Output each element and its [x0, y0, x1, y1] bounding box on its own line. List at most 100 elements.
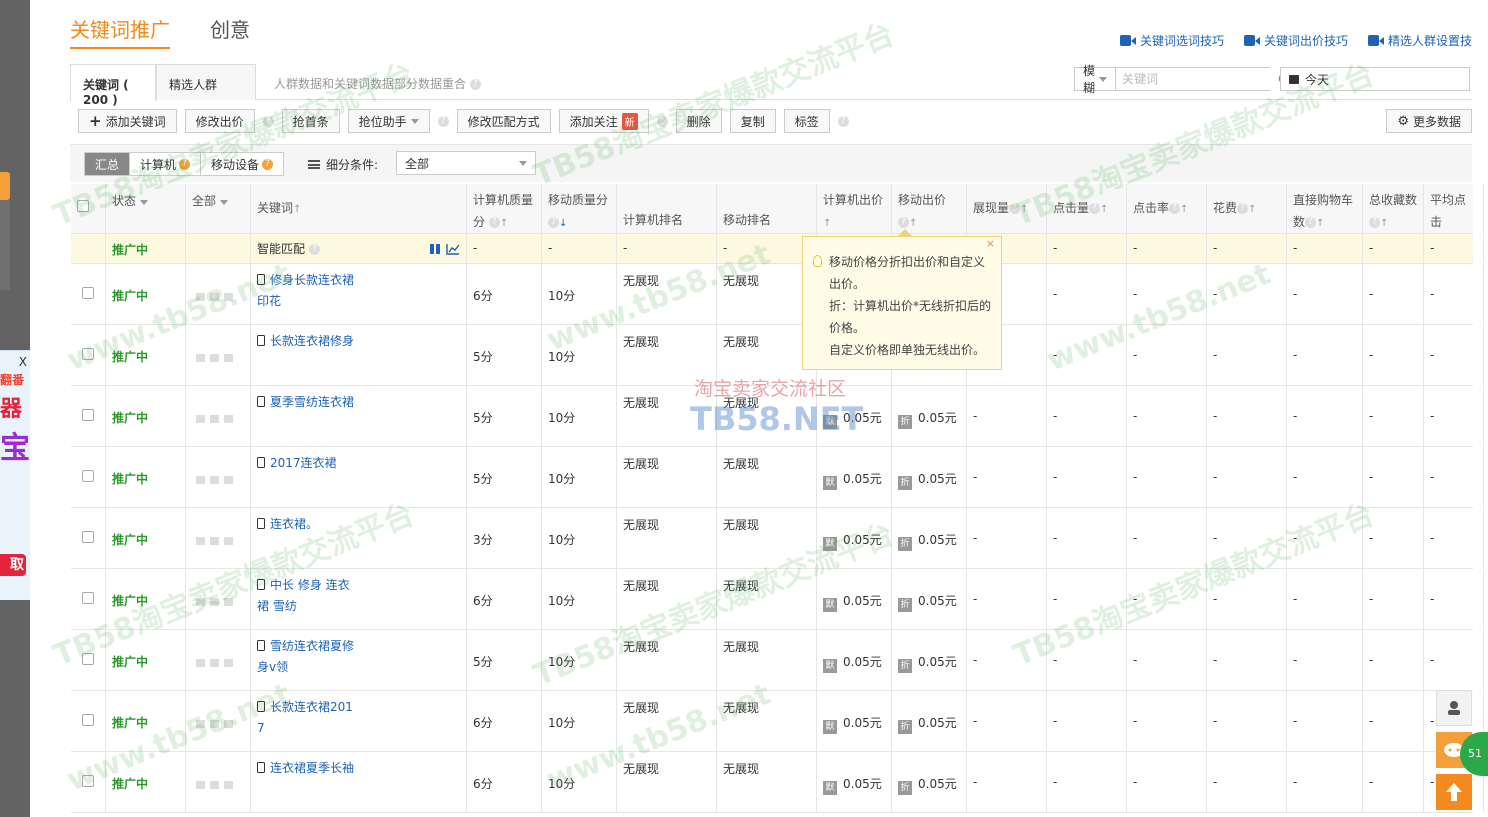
- row-select[interactable]: [71, 752, 106, 812]
- help-icon[interactable]: ?: [488, 217, 500, 228]
- date-range-picker[interactable]: 今天: [1280, 67, 1470, 91]
- keyword-link[interactable]: 印花: [257, 294, 281, 308]
- help-icon[interactable]: ?: [308, 244, 320, 255]
- help-icon[interactable]: ?: [437, 115, 449, 127]
- help-icon[interactable]: ?: [898, 217, 909, 228]
- row-checkbox[interactable]: [82, 592, 94, 604]
- col-impressions[interactable]: 展现量? ↑: [967, 184, 1047, 233]
- mobile-bid[interactable]: 0.05元: [918, 533, 957, 547]
- row-select[interactable]: [71, 508, 106, 568]
- help-icon[interactable]: ?: [179, 158, 191, 170]
- pause-icon[interactable]: [428, 243, 442, 255]
- segment-mobile[interactable]: 移动设备?: [201, 153, 283, 175]
- rail-tab[interactable]: [0, 200, 10, 290]
- mobile-bid[interactable]: 0.05元: [918, 472, 957, 486]
- mobile-bid[interactable]: 0.05元: [918, 594, 957, 608]
- row-checkbox[interactable]: [82, 531, 94, 543]
- tab-keyword-promotion[interactable]: 关键词推广: [70, 14, 170, 49]
- filter-select[interactable]: 全部: [396, 151, 536, 175]
- row-select[interactable]: [71, 325, 106, 385]
- mobile-bid[interactable]: 0.05元: [918, 655, 957, 669]
- back-to-top-button[interactable]: [1436, 774, 1472, 810]
- keyword-link[interactable]: 连衣裙夏季长袖: [270, 761, 354, 775]
- help-icon[interactable]: ?: [837, 115, 849, 127]
- pc-bid[interactable]: 0.05元: [843, 533, 882, 547]
- col-avg-click-cost[interactable]: 平均点击费↑: [1424, 184, 1484, 233]
- pc-bid[interactable]: 0.05元: [843, 655, 882, 669]
- pc-bid[interactable]: 0.05元: [843, 472, 882, 486]
- keyword-link[interactable]: 身v领: [257, 660, 288, 674]
- copy-button[interactable]: 复制: [729, 109, 776, 133]
- row-checkbox[interactable]: [82, 348, 94, 360]
- table-row[interactable]: 推广中 雪纺连衣裙夏修 身v领 5分 10分 无展现 无展现默 0.05元折 0.05元 - - - -…: [71, 630, 1484, 691]
- delete-button[interactable]: 删除: [675, 109, 722, 133]
- help-icon[interactable]: ?: [1009, 203, 1021, 214]
- keyword-link[interactable]: 长款连衣裙201: [270, 700, 353, 714]
- row-checkbox[interactable]: [82, 409, 94, 421]
- row-select[interactable]: [71, 264, 106, 324]
- help-icon[interactable]: ?: [1305, 217, 1317, 228]
- keyword-link[interactable]: 裙 雪纺: [257, 599, 297, 613]
- help-link-keyword-bid[interactable]: 关键词出价技巧: [1243, 32, 1348, 49]
- col-mobile-quality[interactable]: 移动质量分? ↓: [542, 184, 617, 233]
- search-mode-select[interactable]: 模糊: [1075, 64, 1117, 95]
- segment-summary[interactable]: 汇总: [85, 153, 131, 175]
- add-follow-button[interactable]: 添加关注新: [558, 109, 649, 133]
- table-row[interactable]: 推广中 长款连衣裙201 7 6分 10分 无展现 无展现默 0.05元折 0.05元 - - - - -…: [71, 691, 1484, 752]
- grab-top-button[interactable]: 抢首条: [281, 109, 340, 133]
- more-data-button[interactable]: ⚙ 更多数据: [1386, 109, 1472, 133]
- help-icon[interactable]: ?: [548, 217, 559, 228]
- row-checkbox[interactable]: [82, 287, 94, 299]
- col-all[interactable]: 全部: [186, 184, 251, 233]
- keyword-link[interactable]: 2017连衣裙: [270, 456, 337, 470]
- add-keyword-button[interactable]: + 添加关键词: [78, 109, 177, 133]
- table-row[interactable]: 推广中 连衣裙。 3分 10分 无展现 无展现默 0.05元折 0.05元 - - - - - - -: [71, 508, 1484, 569]
- keyword-link[interactable]: 雪纺连衣裙夏修: [270, 639, 354, 653]
- help-icon[interactable]: ?: [469, 79, 481, 90]
- tag-button[interactable]: 标签: [783, 109, 830, 133]
- floating-ad[interactable]: X 翻番 器 宝 取: [0, 350, 30, 600]
- tooltip-close-button[interactable]: ×: [986, 237, 995, 251]
- mobile-bid[interactable]: 0.05元: [918, 411, 957, 425]
- row-select[interactable]: [71, 569, 106, 629]
- help-link-keyword-select[interactable]: 关键词选词技巧: [1119, 32, 1224, 49]
- keyword-link[interactable]: 长款连衣裙修身: [270, 334, 354, 348]
- col-direct-cart[interactable]: 直接购物车数? ↑: [1287, 184, 1363, 233]
- keyword-link[interactable]: 夏季雪纺连衣裙: [270, 395, 354, 409]
- col-pc-bid[interactable]: 计算机出价 ↑: [817, 184, 892, 233]
- table-row[interactable]: 推广中 中长 修身 连衣裙 雪纺 6分 10分 无展现 无展现默 0.05元折 0.05元 - -…: [71, 569, 1484, 630]
- mobile-bid[interactable]: 0.05元: [918, 777, 957, 791]
- segment-pc[interactable]: 计算机?: [130, 153, 202, 175]
- row-select[interactable]: [71, 447, 106, 507]
- col-cost[interactable]: 花费? ↑: [1207, 184, 1287, 233]
- ad-claim-button[interactable]: 取: [0, 554, 26, 576]
- search-input[interactable]: [1116, 68, 1279, 90]
- trend-chart-icon[interactable]: [446, 243, 460, 255]
- help-link-crowd[interactable]: 精选人群设置技: [1367, 32, 1472, 49]
- tab-creative[interactable]: 创意: [210, 14, 250, 49]
- edit-bid-button[interactable]: 修改出价: [184, 109, 255, 133]
- row-checkbox[interactable]: [82, 470, 94, 482]
- col-mobile-bid[interactable]: 移动出价? ↑: [892, 184, 967, 233]
- row-checkbox[interactable]: [82, 775, 94, 787]
- keyword-link[interactable]: 修身长款连衣裙: [270, 273, 354, 287]
- pc-bid[interactable]: 0.05元: [843, 777, 882, 791]
- help-icon[interactable]: ?: [1089, 203, 1101, 214]
- help-icon[interactable]: ?: [262, 115, 274, 127]
- row-select[interactable]: [71, 630, 106, 690]
- keyword-link[interactable]: 连衣裙。: [270, 517, 318, 531]
- edit-match-button[interactable]: 修改匹配方式: [456, 109, 551, 133]
- col-total-fav[interactable]: 总收藏数? ↑: [1363, 184, 1424, 233]
- help-icon[interactable]: ?: [262, 158, 274, 170]
- table-row[interactable]: 推广中 修身长款连衣裙 印花 6分 10分 无展现 无展现 - - - - - -: [71, 264, 1484, 325]
- col-pc-quality[interactable]: 计算机质量分 ? ↑: [467, 184, 542, 233]
- rank-helper-dropdown[interactable]: 抢位助手: [347, 109, 430, 133]
- pc-bid[interactable]: 0.05元: [843, 716, 882, 730]
- help-icon[interactable]: ?: [1237, 203, 1249, 214]
- customer-service-button[interactable]: [1436, 690, 1472, 726]
- row-select[interactable]: [71, 386, 106, 446]
- table-row[interactable]: 推广中 连衣裙夏季长袖 6分 10分 无展现 无展现默 0.05元折 0.05元 - - - - - - -: [71, 752, 1484, 813]
- keyword-link[interactable]: 7: [257, 721, 265, 735]
- pc-bid[interactable]: 0.05元: [843, 594, 882, 608]
- table-row[interactable]: 推广中 2017连衣裙 5分 10分 无展现 无展现默 0.05元折 0.05元 - - - - - - -: [71, 447, 1484, 508]
